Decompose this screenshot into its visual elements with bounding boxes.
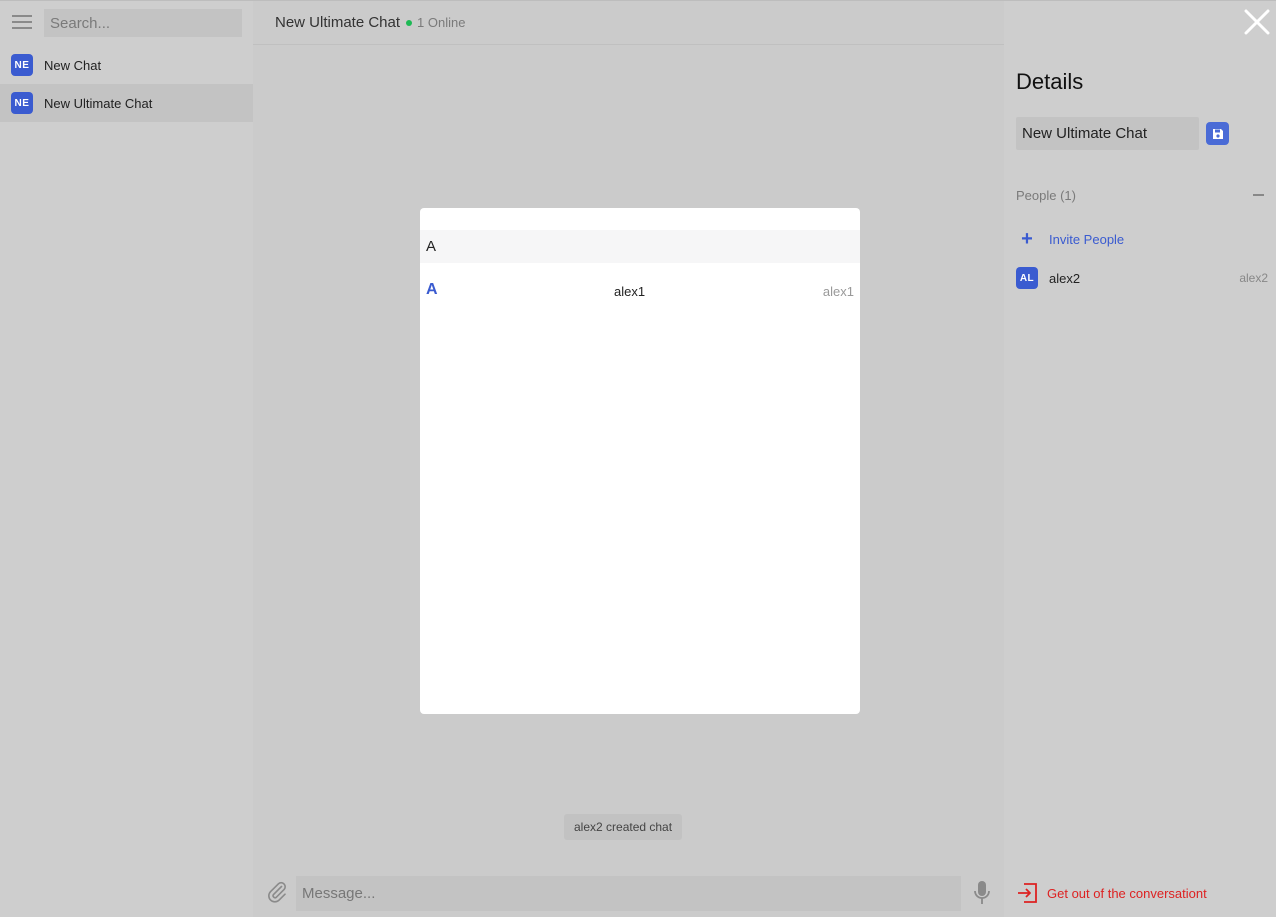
floppy-disk-icon <box>1212 128 1223 139</box>
message-input[interactable] <box>296 876 961 911</box>
user-result-row[interactable]: A alex1 alex1 <box>420 279 860 303</box>
microphone-icon[interactable] <box>973 880 991 906</box>
chat-item-new-ultimate-chat[interactable]: NE New Ultimate Chat <box>0 84 253 122</box>
user-handle: alex1 <box>822 284 854 299</box>
online-count: 1 Online <box>417 15 466 30</box>
chat-item-label: New Ultimate Chat <box>44 95 153 111</box>
avatar: NE <box>11 54 33 76</box>
people-section-label: People (1) <box>1016 188 1076 203</box>
user-search-input[interactable] <box>420 230 860 263</box>
avatar: NE <box>11 92 33 114</box>
user-search-modal: A alex1 alex1 <box>420 208 860 714</box>
menu-icon[interactable] <box>12 15 32 31</box>
invite-people-button[interactable]: + Invite People <box>1016 227 1125 250</box>
invite-people-label: Invite People <box>1049 231 1125 247</box>
user-initial: A <box>426 281 438 298</box>
chat-list-sidebar: NE New Chat NE New Ultimate Chat <box>0 0 253 917</box>
close-icon[interactable] <box>1244 9 1270 35</box>
avatar: AL <box>1016 267 1038 289</box>
system-message: alex2 created chat <box>564 814 683 840</box>
chat-title: New Ultimate Chat <box>275 14 401 31</box>
collapse-minus-icon[interactable] <box>1253 194 1264 196</box>
leave-conversation-label: Get out of the conversationt <box>1047 885 1207 901</box>
leave-conversation-button[interactable]: Get out of the conversationt <box>1016 882 1207 904</box>
exit-icon <box>1018 883 1037 903</box>
chat-name-field[interactable] <box>1016 117 1199 150</box>
details-title: Details <box>1016 69 1084 94</box>
paperclip-icon[interactable] <box>265 880 289 904</box>
message-composer <box>253 868 1004 917</box>
online-indicator-icon <box>406 19 413 26</box>
save-button[interactable] <box>1206 122 1229 145</box>
chat-item-new-chat[interactable]: NE New Chat <box>0 46 253 84</box>
chat-header: New Ultimate Chat 1 Online <box>253 1 1004 45</box>
plus-icon: + <box>1021 227 1033 250</box>
sidebar-header <box>0 1 253 45</box>
user-name: alex1 <box>614 284 646 299</box>
search-input[interactable] <box>44 9 242 37</box>
details-panel: Details People (1) + Invite People AL al… <box>1004 0 1276 917</box>
chat-item-label: New Chat <box>44 57 102 73</box>
member-handle: alex2 <box>1239 271 1268 285</box>
member-name: alex2 <box>1049 270 1081 286</box>
member-row[interactable]: AL alex2 alex2 <box>1016 267 1268 289</box>
